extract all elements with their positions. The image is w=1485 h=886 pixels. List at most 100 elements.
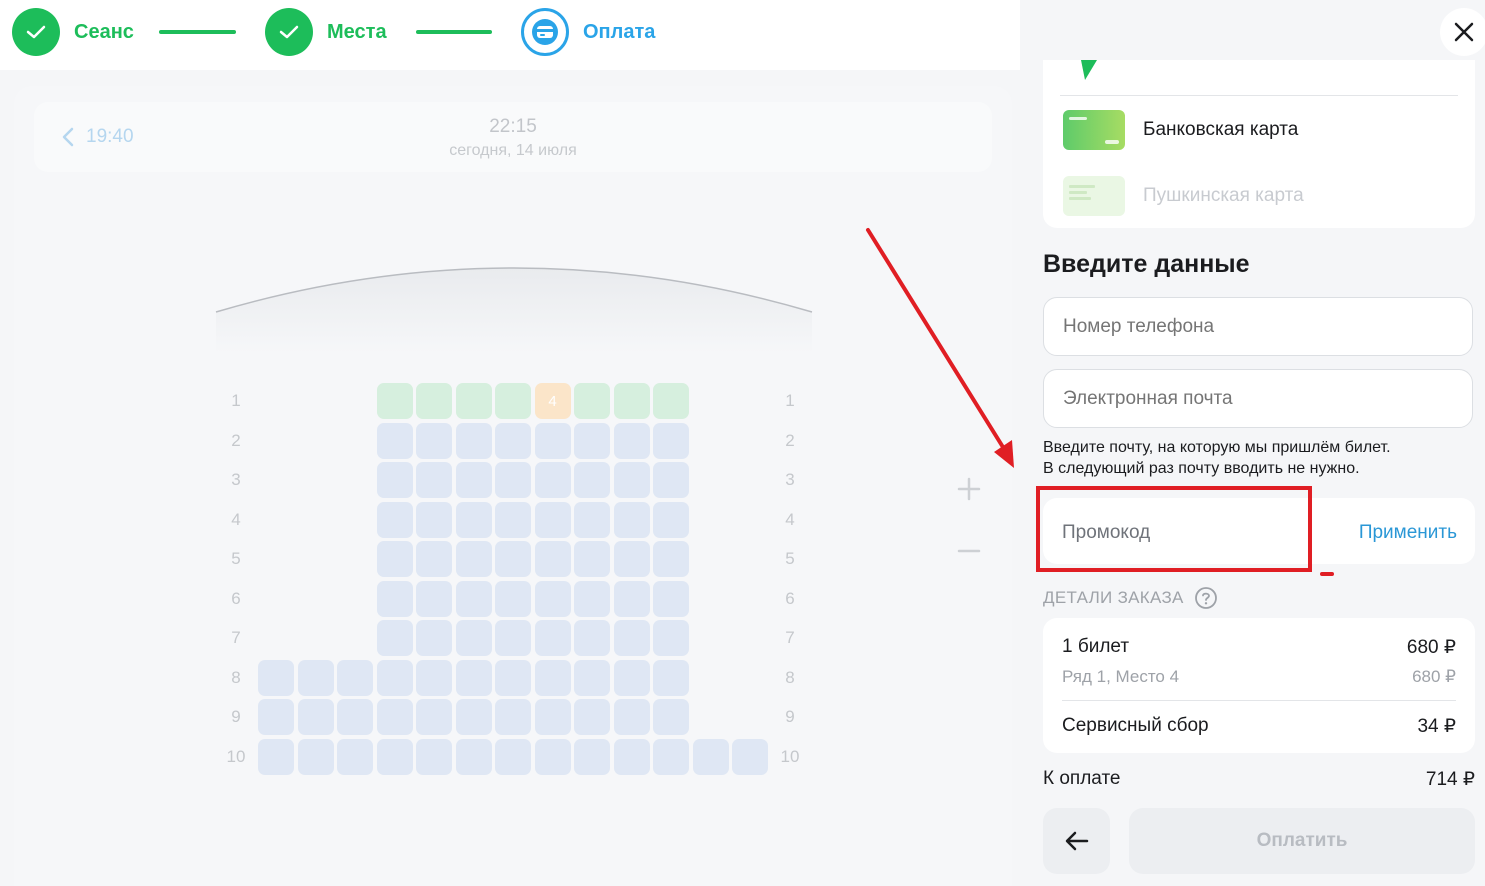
- close-button[interactable]: [1440, 8, 1485, 56]
- seat[interactable]: [653, 501, 689, 538]
- seat[interactable]: [613, 422, 650, 459]
- seat[interactable]: [455, 738, 492, 775]
- seat[interactable]: [653, 462, 689, 498]
- payment-method-pushkin-card[interactable]: Пушкинская карта: [1063, 176, 1304, 216]
- step-seats[interactable]: Места: [265, 7, 387, 57]
- seat[interactable]: [416, 580, 452, 617]
- seat[interactable]: [376, 738, 413, 775]
- seat[interactable]: [613, 580, 650, 617]
- seat[interactable]: [376, 541, 413, 577]
- seat[interactable]: [416, 422, 452, 459]
- seat[interactable]: [574, 501, 610, 538]
- seat[interactable]: [495, 580, 531, 617]
- seat[interactable]: [376, 462, 413, 498]
- seat[interactable]: [495, 422, 531, 459]
- seat[interactable]: [455, 699, 492, 735]
- seat[interactable]: [455, 541, 492, 577]
- seat[interactable]: [574, 422, 610, 459]
- seat[interactable]: [613, 620, 650, 656]
- seat[interactable]: [416, 738, 452, 775]
- seat[interactable]: [416, 541, 452, 577]
- step-session[interactable]: Сеанс: [12, 7, 134, 57]
- seat[interactable]: [376, 422, 413, 459]
- apply-promo-button[interactable]: Применить: [1359, 522, 1457, 544]
- seat[interactable]: [534, 501, 571, 538]
- seat[interactable]: [732, 738, 768, 775]
- seat[interactable]: [258, 699, 294, 735]
- seat[interactable]: [534, 659, 571, 696]
- seat[interactable]: [495, 738, 531, 775]
- seat[interactable]: [653, 699, 689, 735]
- seat[interactable]: [613, 699, 650, 735]
- seat[interactable]: [574, 738, 610, 775]
- pay-button[interactable]: Оплатить: [1129, 808, 1475, 874]
- seat[interactable]: [297, 659, 334, 696]
- phone-input[interactable]: [1043, 297, 1473, 356]
- seat-available[interactable]: [455, 383, 492, 419]
- payment-method-bank-card[interactable]: Банковская карта: [1063, 110, 1298, 150]
- seat[interactable]: [376, 580, 413, 617]
- help-icon[interactable]: [1194, 586, 1218, 610]
- seat[interactable]: [653, 659, 689, 696]
- seat[interactable]: [416, 501, 452, 538]
- seat[interactable]: [297, 738, 334, 775]
- seat[interactable]: [574, 462, 610, 498]
- seat[interactable]: [613, 738, 650, 775]
- seat[interactable]: [534, 699, 571, 735]
- seat[interactable]: [574, 580, 610, 617]
- seat[interactable]: [574, 620, 610, 656]
- seat-available[interactable]: [574, 383, 610, 419]
- seat[interactable]: [495, 699, 531, 735]
- seat[interactable]: [297, 699, 334, 735]
- seat[interactable]: [455, 501, 492, 538]
- seat[interactable]: [574, 541, 610, 577]
- seat[interactable]: [258, 659, 294, 696]
- seat[interactable]: [574, 659, 610, 696]
- seat[interactable]: [455, 462, 492, 498]
- seat[interactable]: [455, 659, 492, 696]
- seat[interactable]: [455, 580, 492, 617]
- seat[interactable]: [613, 659, 650, 696]
- seat[interactable]: [653, 620, 689, 656]
- seat-available[interactable]: [613, 383, 650, 419]
- seat-available[interactable]: [376, 383, 413, 419]
- seat[interactable]: [416, 659, 452, 696]
- seat-available[interactable]: [416, 383, 452, 419]
- seat[interactable]: [534, 580, 571, 617]
- seat[interactable]: [534, 738, 571, 775]
- seat[interactable]: [692, 738, 729, 775]
- zoom-in-button[interactable]: [952, 472, 986, 506]
- seat[interactable]: [337, 659, 373, 696]
- seat[interactable]: [376, 699, 413, 735]
- seat[interactable]: [613, 501, 650, 538]
- seat[interactable]: [258, 738, 294, 775]
- seat-available[interactable]: [653, 383, 689, 419]
- seat[interactable]: [455, 620, 492, 656]
- seat[interactable]: [495, 462, 531, 498]
- seat[interactable]: [534, 422, 571, 459]
- seat[interactable]: [495, 659, 531, 696]
- seat[interactable]: [495, 501, 531, 538]
- seat[interactable]: [653, 541, 689, 577]
- seat[interactable]: [495, 620, 531, 656]
- seat[interactable]: [416, 699, 452, 735]
- seat[interactable]: [376, 620, 413, 656]
- seat[interactable]: [653, 422, 689, 459]
- seat[interactable]: [613, 541, 650, 577]
- seat[interactable]: [574, 699, 610, 735]
- zoom-out-button[interactable]: [952, 534, 986, 568]
- seat[interactable]: [534, 462, 571, 498]
- seat[interactable]: [416, 620, 452, 656]
- seat-selected[interactable]: 4: [534, 383, 571, 419]
- seat[interactable]: [495, 541, 531, 577]
- seat[interactable]: [376, 659, 413, 696]
- seat[interactable]: [613, 462, 650, 498]
- back-button[interactable]: [1043, 808, 1110, 874]
- seat[interactable]: [416, 462, 452, 498]
- seat[interactable]: [337, 738, 373, 775]
- seat[interactable]: [534, 541, 571, 577]
- seat[interactable]: [653, 580, 689, 617]
- seat[interactable]: [455, 422, 492, 459]
- seat[interactable]: [653, 738, 689, 775]
- seat[interactable]: [337, 699, 373, 735]
